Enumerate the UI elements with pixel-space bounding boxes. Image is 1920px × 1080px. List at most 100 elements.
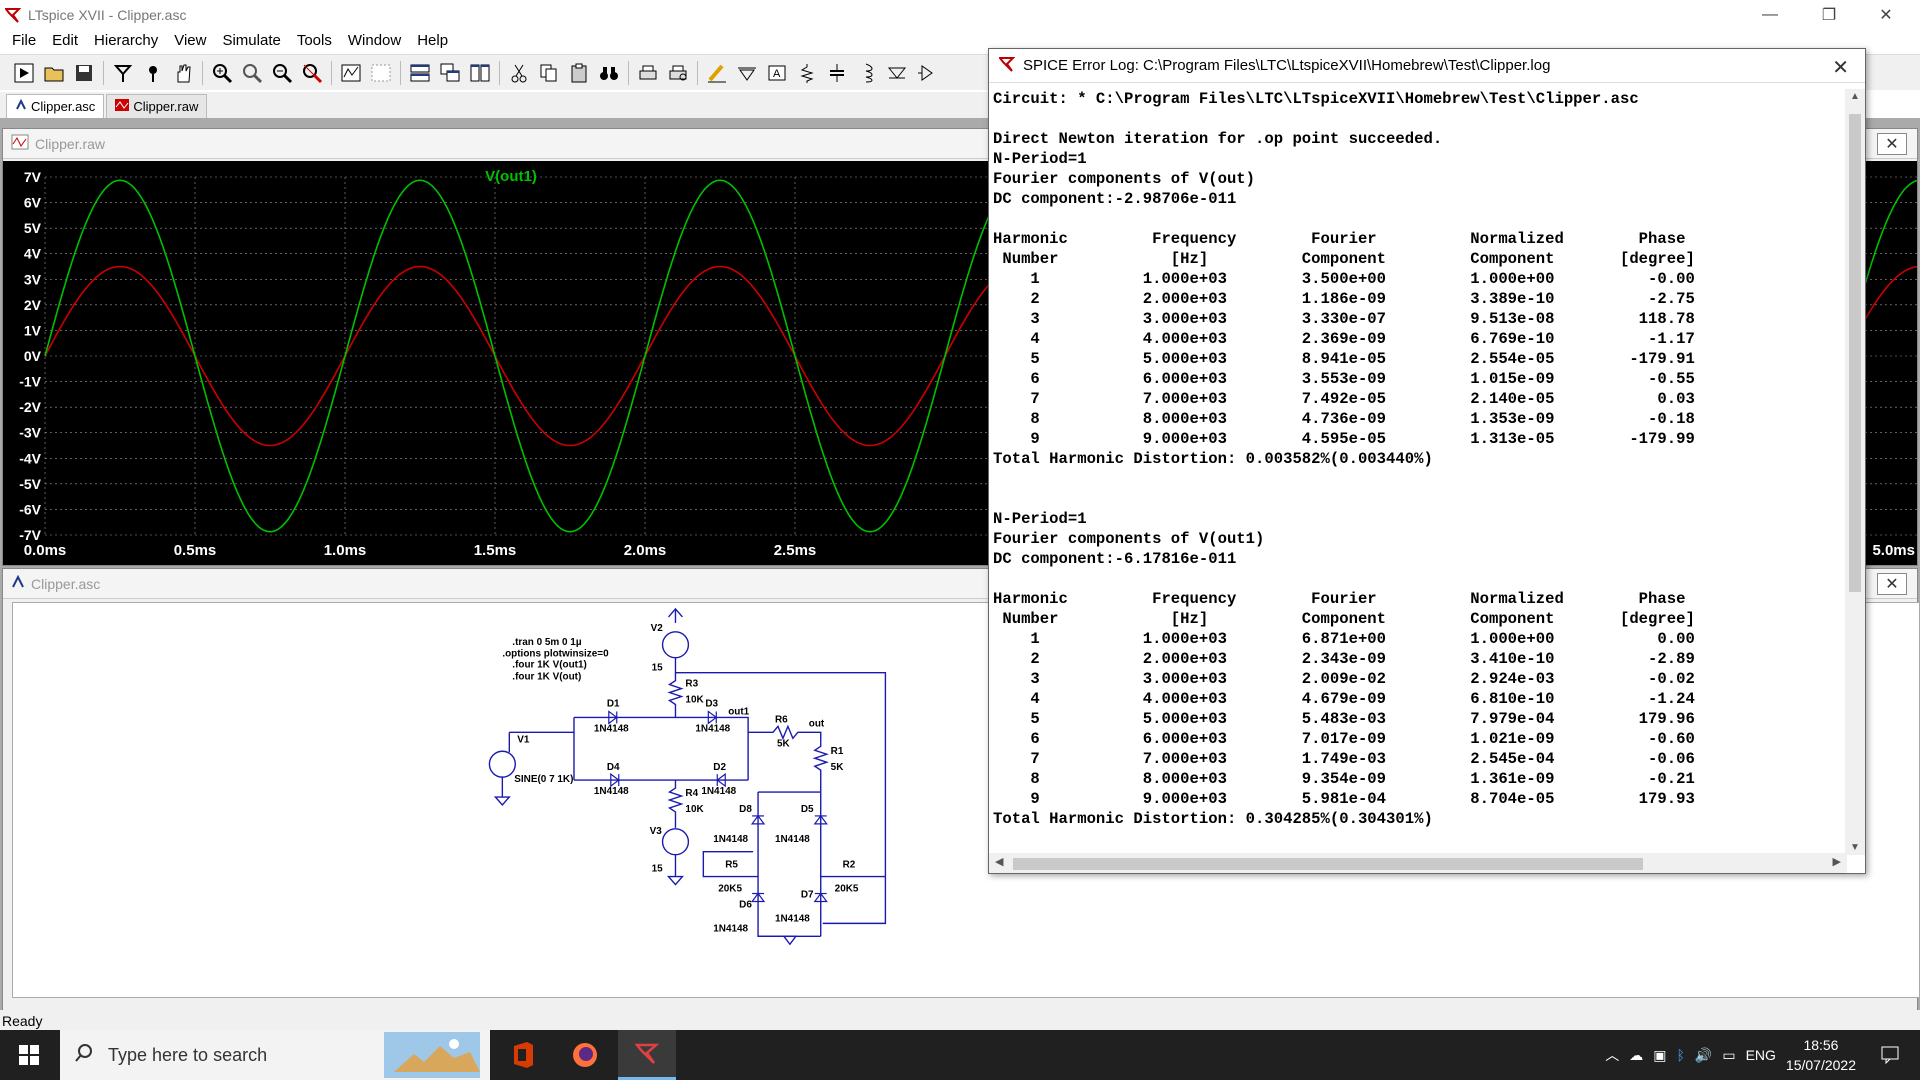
label-d8-model[interactable]: 1N4148 (713, 834, 748, 845)
log-text[interactable]: Circuit: * C:\Program Files\LTC\LTspiceX… (993, 89, 1843, 881)
tile-vertical-icon[interactable] (466, 59, 494, 87)
save-icon[interactable] (70, 59, 98, 87)
zoom-fit-icon[interactable] (298, 59, 326, 87)
label-d8[interactable]: D8 (739, 804, 752, 815)
print-preview-icon[interactable] (664, 59, 692, 87)
label-r1[interactable]: R1 (831, 746, 844, 757)
label-d4-model[interactable]: 1N4148 (594, 786, 629, 797)
label-v3-value[interactable]: 15 (652, 864, 664, 875)
bluetooth-icon[interactable]: ᛒ (1677, 1047, 1685, 1063)
log-horizontal-scroll-thumb[interactable] (1013, 858, 1643, 870)
restore-button[interactable]: ❐ (1801, 0, 1857, 29)
print-icon[interactable] (634, 59, 662, 87)
halt-icon[interactable] (139, 59, 167, 87)
open-icon[interactable] (40, 59, 68, 87)
label-v1-value[interactable]: SINE(0 7 1K) (514, 774, 573, 785)
resistor-icon[interactable] (793, 59, 821, 87)
trace-label[interactable]: V(out1) (485, 168, 537, 185)
label-v2[interactable]: V2 (651, 623, 664, 634)
label-r6-value[interactable]: 5K (777, 738, 791, 749)
ltspice-taskbar-icon[interactable] (618, 1030, 676, 1080)
zoom-icon[interactable] (238, 59, 266, 87)
label-v3[interactable]: V3 (650, 826, 663, 837)
tab-clipper-asc[interactable]: Clipper.asc (6, 94, 105, 118)
label-r2-value[interactable]: 20K5 (835, 884, 859, 895)
waveform-close-button[interactable]: ✕ (1877, 133, 1907, 155)
menu-file[interactable]: File (4, 29, 44, 53)
volume-icon[interactable]: 🔊 (1695, 1047, 1712, 1064)
label-d5[interactable]: D5 (801, 804, 814, 815)
chevron-up-icon[interactable]: ︿ (1605, 1045, 1619, 1065)
menu-window[interactable]: Window (340, 29, 409, 53)
zoom-in-icon[interactable] (208, 59, 236, 87)
log-vertical-scrollbar[interactable]: ▲ ▼ (1845, 89, 1865, 855)
label-d3[interactable]: D3 (705, 698, 718, 709)
label-net-icon[interactable]: A (763, 59, 791, 87)
close-button[interactable]: ✕ (1858, 0, 1914, 29)
label-d2-model[interactable]: 1N4148 (701, 786, 736, 797)
menu-tools[interactable]: Tools (289, 29, 340, 53)
notifications-icon[interactable] (1880, 1044, 1900, 1067)
spice-error-log-window[interactable]: SPICE Error Log: C:\Program Files\LTC\Lt… (988, 48, 1866, 874)
component-icon[interactable] (913, 59, 941, 87)
schematic-close-button[interactable]: ✕ (1877, 573, 1907, 595)
draw-wire-icon[interactable] (703, 59, 731, 87)
scroll-up-icon[interactable]: ▲ (1850, 91, 1860, 102)
office-app-icon[interactable] (494, 1030, 552, 1080)
autorange-icon[interactable] (337, 59, 365, 87)
minimize-button[interactable]: — (1742, 0, 1798, 29)
pan-hand-icon[interactable] (169, 59, 197, 87)
label-d2[interactable]: D2 (713, 762, 726, 773)
capacitor-icon[interactable] (823, 59, 851, 87)
label-r3[interactable]: R3 (685, 679, 698, 690)
label-d6-model[interactable]: 1N4148 (713, 923, 748, 934)
label-net-out1[interactable]: out1 (728, 706, 749, 717)
label-r2[interactable]: R2 (843, 860, 856, 871)
control-panel-icon[interactable] (109, 59, 137, 87)
label-d5-model[interactable]: 1N4148 (775, 834, 810, 845)
label-d1[interactable]: D1 (607, 698, 620, 709)
label-r4-value[interactable]: 10K (685, 804, 704, 815)
menu-hierarchy[interactable]: Hierarchy (86, 29, 166, 53)
label-r6[interactable]: R6 (775, 714, 788, 725)
network-icon[interactable]: ▣ (1653, 1047, 1666, 1064)
find-icon[interactable] (595, 59, 623, 87)
diode-icon[interactable] (883, 59, 911, 87)
label-r4[interactable]: R4 (685, 788, 698, 799)
cloud-icon[interactable]: ☁ (1629, 1047, 1643, 1064)
paste-icon[interactable] (565, 59, 593, 87)
scroll-left-icon[interactable]: ◀ (995, 855, 1003, 868)
log-vertical-scroll-thumb[interactable] (1849, 114, 1861, 592)
label-d4[interactable]: D4 (607, 762, 620, 773)
menu-edit[interactable]: Edit (44, 29, 86, 53)
start-button[interactable] (0, 1030, 58, 1080)
inductor-icon[interactable] (853, 59, 881, 87)
tile-horizontal-icon[interactable] (406, 59, 434, 87)
copy-icon[interactable] (535, 59, 563, 87)
cut-icon[interactable] (505, 59, 533, 87)
label-r5[interactable]: R5 (725, 860, 738, 871)
firefox-app-icon[interactable] (556, 1030, 614, 1080)
scroll-right-icon[interactable]: ▶ (1833, 855, 1841, 868)
log-close-button[interactable]: ✕ (1832, 55, 1849, 80)
label-v1[interactable]: V1 (517, 734, 530, 745)
label-d1-model[interactable]: 1N4148 (594, 723, 629, 734)
label-net-out[interactable]: out (809, 718, 825, 729)
clock[interactable]: 18:56 15/07/2022 (1786, 1035, 1856, 1075)
menu-simulate[interactable]: Simulate (214, 29, 288, 53)
language-indicator[interactable]: ENG (1746, 1047, 1776, 1063)
label-r1-value[interactable]: 5K (831, 762, 845, 773)
tab-clipper-raw[interactable]: Clipper.raw (106, 94, 208, 118)
grid-icon[interactable] (367, 59, 395, 87)
label-d7[interactable]: D7 (801, 890, 814, 901)
run-icon[interactable] (10, 59, 38, 87)
cascade-icon[interactable] (436, 59, 464, 87)
label-v2-value[interactable]: 15 (652, 663, 664, 674)
zoom-out-icon[interactable] (268, 59, 296, 87)
label-r3-value[interactable]: 10K (685, 694, 704, 705)
label-d6[interactable]: D6 (739, 899, 752, 910)
menu-view[interactable]: View (166, 29, 214, 53)
label-d3-model[interactable]: 1N4148 (695, 723, 730, 734)
log-horizontal-scrollbar[interactable]: ◀ ▶ (989, 853, 1847, 873)
scroll-down-icon[interactable]: ▼ (1850, 842, 1860, 853)
